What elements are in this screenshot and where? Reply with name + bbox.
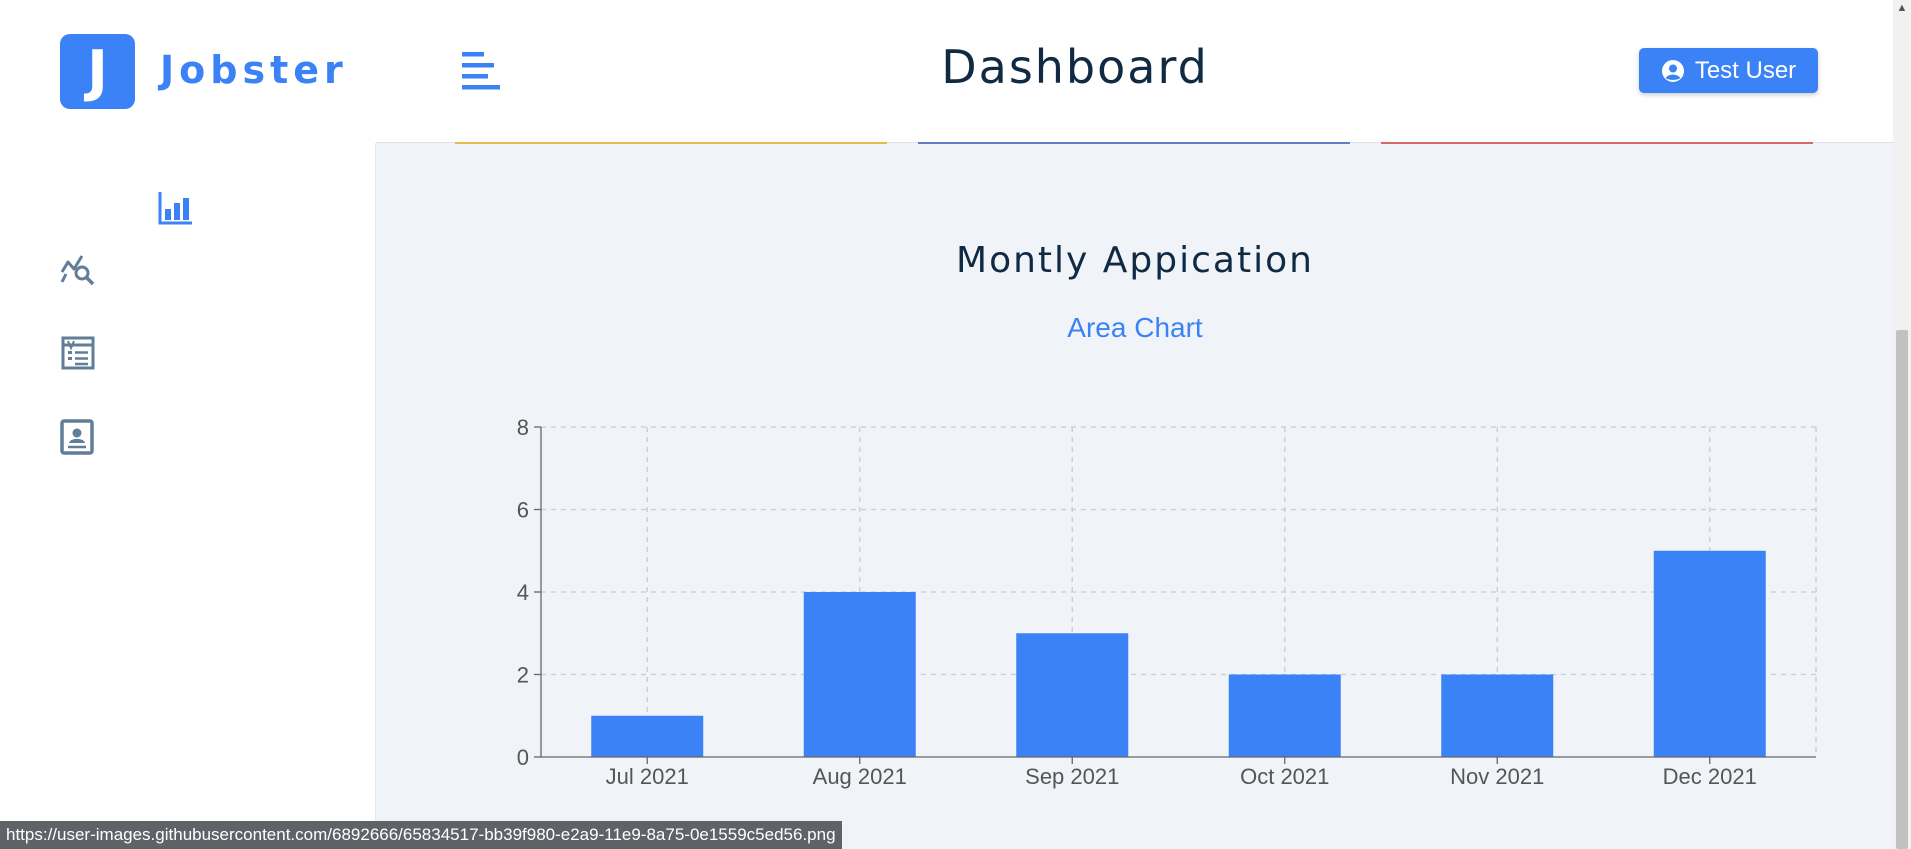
bar-1 xyxy=(803,592,916,757)
bar-3 xyxy=(1228,674,1341,757)
scrollbar-thumb[interactable] xyxy=(1896,330,1908,849)
scroll-up-arrow[interactable]: ▲ xyxy=(1896,2,1908,14)
y-tick-label-2: 4 xyxy=(517,580,529,605)
bar-4 xyxy=(1441,674,1554,757)
x-tick-label-0: Jul 2021 xyxy=(606,764,689,789)
bar-5 xyxy=(1653,550,1766,757)
y-tick-label-0: 0 xyxy=(517,745,529,770)
bar-2 xyxy=(1016,633,1129,757)
link-status-bar: https://user-images.githubusercontent.co… xyxy=(0,821,842,849)
monthly-applications-chart: 0 2 4 6 8 Jul 2021 Aug 2021 Sep 2021 Oct 2021 Nov… xyxy=(517,415,1817,789)
x-tick-label-2: Sep 2021 xyxy=(1025,764,1119,789)
x-tick-label-4: Nov 2021 xyxy=(1450,764,1544,789)
x-tick-label-5: Dec 2021 xyxy=(1663,764,1757,789)
bar-0 xyxy=(591,715,704,757)
y-tick-label-1: 2 xyxy=(517,663,529,688)
x-tick-label-3: Oct 2021 xyxy=(1240,764,1329,789)
y-tick-label-4: 8 xyxy=(517,415,529,440)
y-tick-label-3: 6 xyxy=(517,498,529,523)
x-tick-label-1: Aug 2021 xyxy=(813,764,907,789)
